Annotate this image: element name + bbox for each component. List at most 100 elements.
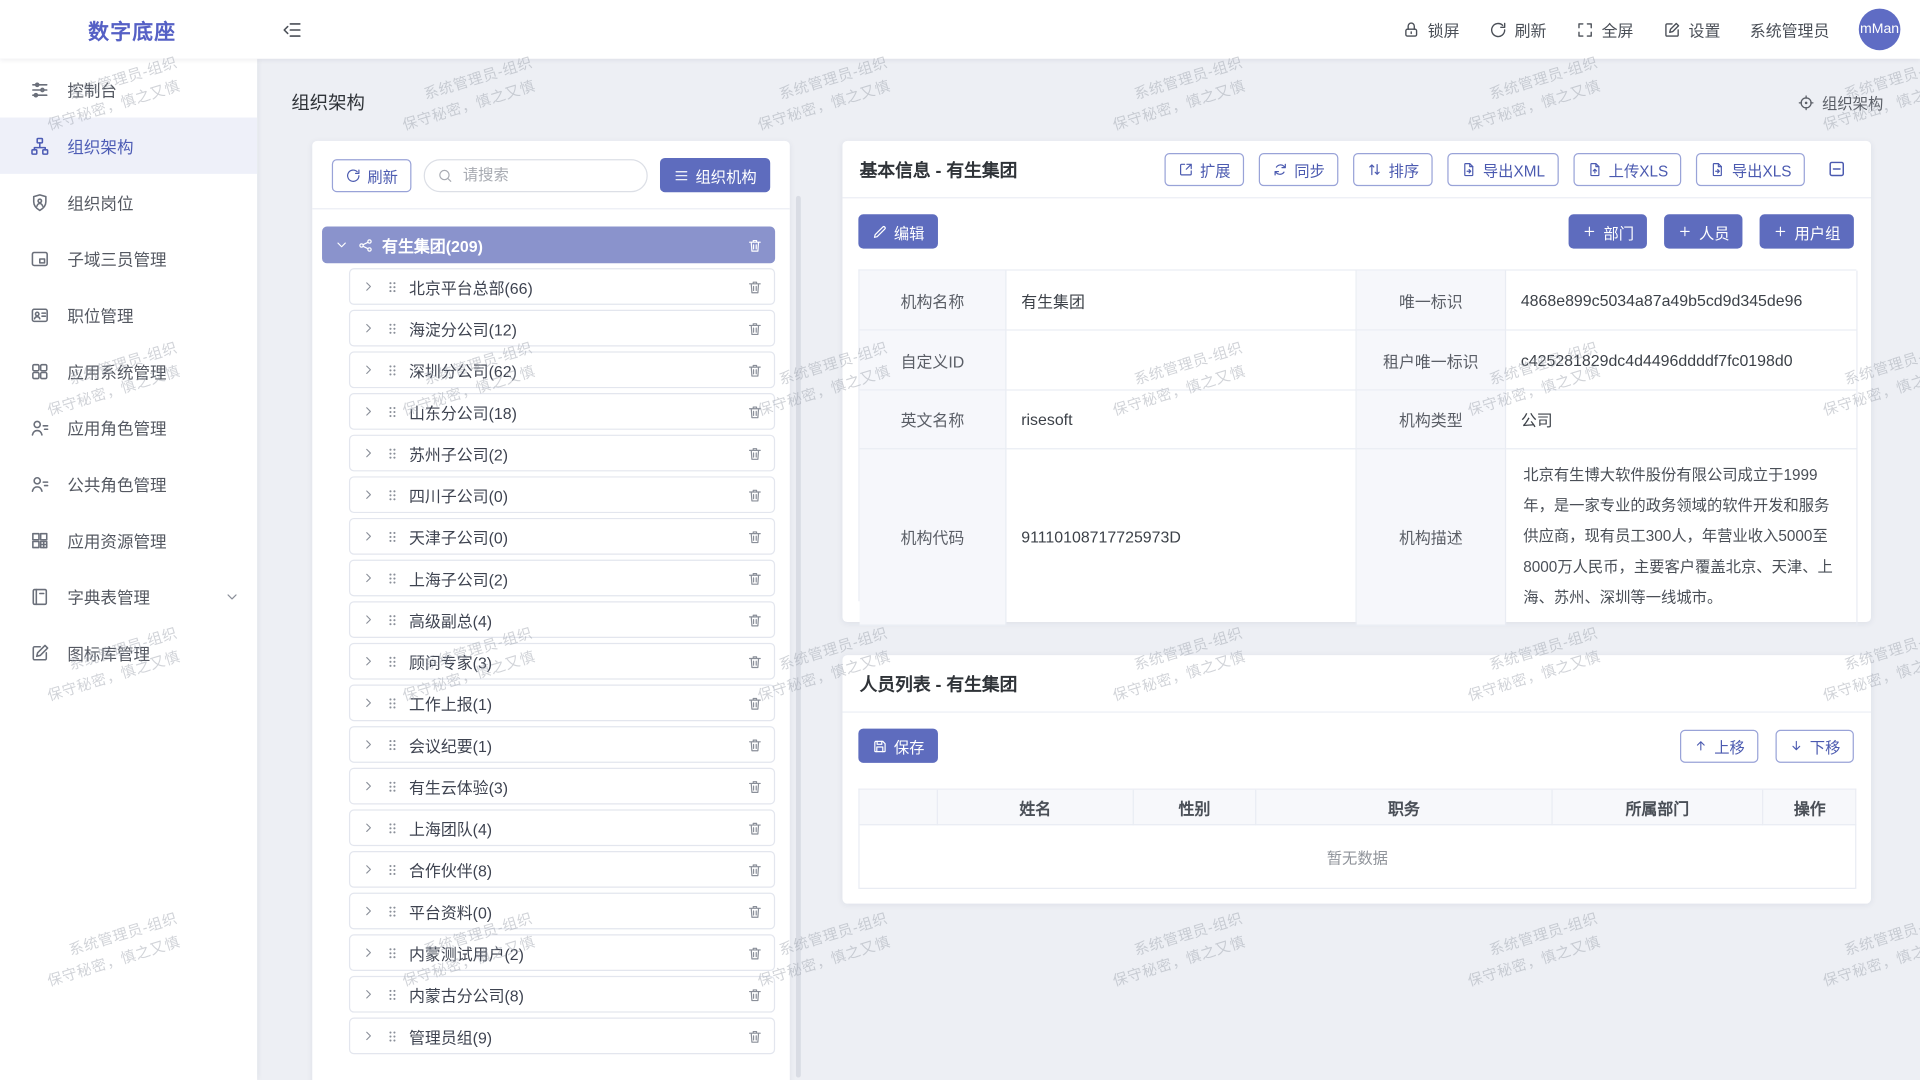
add-person-button[interactable]: 人员	[1665, 214, 1743, 248]
tree-node[interactable]: 天津子公司(0)	[349, 518, 775, 555]
drag-handle-icon[interactable]	[384, 986, 400, 1002]
drag-handle-icon[interactable]	[384, 903, 400, 919]
sidebar-item-position[interactable]: 职位管理	[0, 287, 257, 343]
trash-icon[interactable]	[747, 445, 763, 461]
sort-button[interactable]: 排序	[1353, 152, 1433, 185]
drag-handle-icon[interactable]	[384, 861, 400, 877]
avatar[interactable]: mMan	[1859, 9, 1901, 51]
drag-handle-icon[interactable]	[384, 695, 400, 711]
trash-icon[interactable]	[747, 612, 763, 628]
sidebar-item-app-role[interactable]: 应用角色管理	[0, 399, 257, 455]
tree-node[interactable]: 顾问专家(3)	[349, 643, 775, 680]
sync-button[interactable]: 同步	[1259, 152, 1339, 185]
upload-xls-button[interactable]: 上传XLS	[1573, 152, 1682, 185]
tree-node[interactable]: 海淀分公司(12)	[349, 310, 775, 347]
public-role-icon	[29, 473, 50, 494]
drag-handle-icon[interactable]	[384, 403, 400, 419]
sidebar-fold-button[interactable]	[282, 19, 303, 40]
trash-icon[interactable]	[747, 778, 763, 794]
tree-toolbar: 刷新 组织机构	[312, 158, 790, 208]
trash-icon[interactable]	[747, 362, 763, 378]
trash-icon[interactable]	[747, 695, 763, 711]
drag-handle-icon[interactable]	[384, 487, 400, 503]
drag-handle-icon[interactable]	[384, 445, 400, 461]
drag-handle-icon[interactable]	[384, 945, 400, 961]
org-type-button[interactable]: 组织机构	[660, 158, 770, 192]
save-button[interactable]: 保存	[858, 729, 938, 763]
tree-node[interactable]: 上海子公司(2)	[349, 560, 775, 597]
tree-node[interactable]: 四川子公司(0)	[349, 476, 775, 513]
expand-button[interactable]: 扩展	[1164, 152, 1244, 185]
drag-handle-icon[interactable]	[384, 1028, 400, 1044]
drag-handle-icon[interactable]	[384, 820, 400, 836]
trash-icon[interactable]	[747, 528, 763, 544]
trash-icon[interactable]	[747, 861, 763, 877]
tree-node[interactable]: 高级副总(4)	[349, 601, 775, 638]
trash-icon[interactable]	[747, 653, 763, 669]
refresh-page-button[interactable]: 刷新	[1489, 18, 1547, 41]
trash-icon[interactable]	[747, 487, 763, 503]
trash-icon[interactable]	[747, 903, 763, 919]
trash-icon[interactable]	[747, 1028, 763, 1044]
tree-refresh-button[interactable]: 刷新	[332, 159, 412, 192]
collapse-panel-button[interactable]	[1820, 158, 1854, 180]
drag-handle-icon[interactable]	[384, 320, 400, 336]
current-user[interactable]: 系统管理员	[1750, 18, 1830, 41]
tree-node[interactable]: 工作上报(1)	[349, 684, 775, 721]
sidebar-item-subdomain[interactable]: 子域三员管理	[0, 230, 257, 286]
drag-handle-icon[interactable]	[384, 528, 400, 544]
sidebar-item-dictionary[interactable]: 字典表管理	[0, 568, 257, 624]
sidebar-item-app-resource[interactable]: 应用资源管理	[0, 512, 257, 568]
tree-node[interactable]: 上海团队(4)	[349, 809, 775, 846]
add-usergroup-button[interactable]: 用户组	[1760, 214, 1854, 248]
tree-node[interactable]: 合作伙伴(8)	[349, 851, 775, 888]
tree-node-root[interactable]: 有生集团(209)	[322, 227, 775, 264]
export-xls-button[interactable]: 导出XLS	[1696, 152, 1805, 185]
tree-node[interactable]: 苏州子公司(2)	[349, 435, 775, 472]
trash-icon[interactable]	[747, 237, 763, 253]
drag-handle-icon[interactable]	[384, 778, 400, 794]
trash-icon[interactable]	[747, 279, 763, 295]
sidebar-item-org-structure[interactable]: 组织架构	[0, 118, 257, 174]
trash-icon[interactable]	[747, 403, 763, 419]
drag-handle-icon[interactable]	[384, 279, 400, 295]
edit-button[interactable]: 编辑	[858, 214, 938, 248]
sidebar-item-public-role[interactable]: 公共角色管理	[0, 456, 257, 512]
tree-node[interactable]: 管理员组(9)	[349, 1018, 775, 1055]
lock-screen-button[interactable]: 锁屏	[1402, 18, 1460, 41]
trash-icon[interactable]	[747, 945, 763, 961]
drag-handle-icon[interactable]	[384, 737, 400, 753]
move-down-button[interactable]: 下移	[1775, 729, 1853, 762]
drag-handle-icon[interactable]	[384, 570, 400, 586]
sidebar-item-console[interactable]: 控制台	[0, 61, 257, 117]
tree-scrollbar[interactable]	[796, 196, 801, 1078]
trash-icon[interactable]	[747, 737, 763, 753]
drag-handle-icon[interactable]	[384, 653, 400, 669]
fullscreen-button[interactable]: 全屏	[1576, 18, 1634, 41]
trash-icon[interactable]	[747, 820, 763, 836]
settings-button[interactable]: 设置	[1663, 18, 1721, 41]
move-up-button[interactable]: 上移	[1680, 729, 1758, 762]
tree-node[interactable]: 内蒙测试用户(2)	[349, 934, 775, 971]
drag-handle-icon[interactable]	[384, 362, 400, 378]
tree-node[interactable]: 深圳分公司(62)	[349, 351, 775, 388]
tree-node-label: 苏州子公司(2)	[409, 441, 738, 464]
drag-handle-icon[interactable]	[384, 612, 400, 628]
add-department-button[interactable]: 部门	[1569, 214, 1647, 248]
tree-node[interactable]: 平台资料(0)	[349, 893, 775, 930]
trash-icon[interactable]	[747, 986, 763, 1002]
tree-node[interactable]: 山东分公司(18)	[349, 393, 775, 430]
tree-node[interactable]: 会议纪要(1)	[349, 726, 775, 763]
export-xml-button[interactable]: 导出XML	[1447, 152, 1558, 185]
trash-icon[interactable]	[747, 570, 763, 586]
top-bar: 数字底座 锁屏 刷新 全屏 设置 系统管理员	[0, 0, 1920, 59]
sidebar-item-icon-library[interactable]: 图标库管理	[0, 624, 257, 680]
trash-icon[interactable]	[747, 320, 763, 336]
tree-search-input[interactable]	[460, 165, 634, 185]
tree-node[interactable]: 有生云体验(3)	[349, 768, 775, 805]
sidebar-item-org-post[interactable]: 组织岗位	[0, 174, 257, 230]
tree-node[interactable]: 内蒙古分公司(8)	[349, 976, 775, 1013]
tree-node[interactable]: 北京平台总部(66)	[349, 268, 775, 305]
menu-fold-icon	[282, 19, 303, 40]
sidebar-item-app-system[interactable]: 应用系统管理	[0, 343, 257, 399]
